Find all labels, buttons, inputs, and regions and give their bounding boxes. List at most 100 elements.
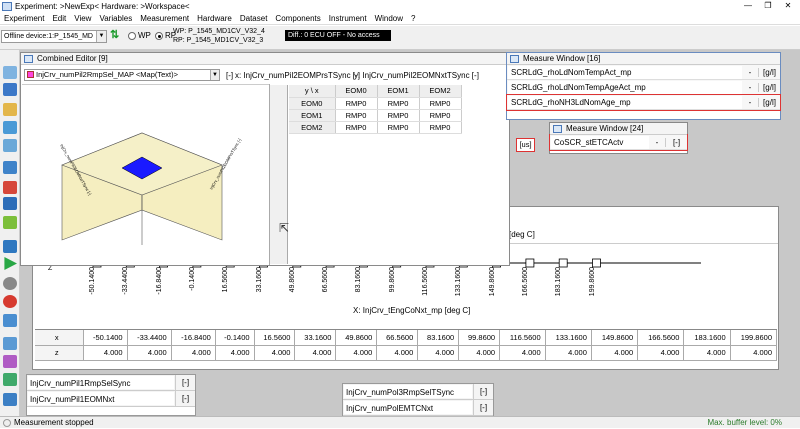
menu-item-8[interactable]: Instrument <box>325 14 371 23</box>
map-cell[interactable]: RMP0 <box>377 121 420 134</box>
map-cell[interactable]: RMP0 <box>377 109 420 122</box>
menu-item-3[interactable]: Variables <box>95 14 136 23</box>
measure-icon[interactable] <box>3 314 17 327</box>
map-cell[interactable]: RMP0 <box>419 97 462 110</box>
layer-icon[interactable] <box>3 121 17 134</box>
z-value-cell[interactable]: 4.000 <box>254 345 296 361</box>
map-cell[interactable]: RMP0 <box>335 97 378 110</box>
flash-icon[interactable] <box>3 216 17 229</box>
z-value-cell[interactable]: 4.000 <box>335 345 378 361</box>
z-value-cell[interactable]: 4.000 <box>376 345 419 361</box>
splitter[interactable] <box>270 85 288 264</box>
x-tick-label: 66.5600 <box>322 267 330 293</box>
menu-item-10[interactable]: ? <box>407 14 419 23</box>
map-combo[interactable]: InjCrv_numPil2RmpSel_MAP <Map(Text)> ▼ <box>24 69 220 81</box>
close-button[interactable]: ✕ <box>778 0 798 12</box>
chip-icon[interactable] <box>3 161 17 174</box>
stop-square-icon[interactable] <box>3 240 17 253</box>
device-combo-value: Offline device:1:P_1545_MD <box>4 33 93 40</box>
z-value-cell[interactable]: 4.000 <box>294 345 337 361</box>
measure-value: - <box>655 137 659 147</box>
measure-value: - <box>748 82 752 92</box>
x-value-cell[interactable]: 66.5600 <box>376 330 419 346</box>
variable-row[interactable]: InjCrv_numPil1EOMNxt [-] <box>27 391 195 407</box>
x-value-cell[interactable]: -50.1400 <box>83 330 128 346</box>
map-cell[interactable]: RMP0 <box>335 109 378 122</box>
measure16-titlebar: Measure Window [16] <box>507 53 780 65</box>
wp-radio[interactable]: WP <box>128 31 151 40</box>
menu-item-4[interactable]: Measurement <box>136 14 193 23</box>
variable-row[interactable]: InjCrv_numPolEMTCNxt [-] <box>343 400 493 416</box>
x-value-cell[interactable]: 33.1600 <box>294 330 337 346</box>
folder-icon[interactable] <box>3 103 17 116</box>
z-value-cell[interactable]: 4.000 <box>458 345 501 361</box>
stack-icon[interactable] <box>3 139 17 152</box>
save-icon[interactable] <box>3 83 17 96</box>
x-value-cell[interactable]: 116.5600 <box>499 330 546 346</box>
z-value-cell[interactable]: 4.000 <box>545 345 592 361</box>
calibrate-icon[interactable] <box>3 337 17 350</box>
x-value-cell[interactable]: 166.5600 <box>637 330 685 346</box>
x-value-cell[interactable]: 99.8600 <box>458 330 501 346</box>
z-value-cell[interactable]: 4.000 <box>171 345 216 361</box>
recorder-icon[interactable] <box>3 373 17 386</box>
menu-item-9[interactable]: Window <box>371 14 407 23</box>
x-value-cell[interactable]: 199.8600 <box>730 330 777 346</box>
z-value-cell[interactable]: 4.000 <box>417 345 460 361</box>
z-value-cell[interactable]: 4.000 <box>83 345 128 361</box>
chevron-down-icon[interactable]: ▼ <box>210 70 219 80</box>
curve-point[interactable] <box>592 258 601 268</box>
map-cell[interactable]: RMP0 <box>419 109 462 122</box>
stop-icon[interactable] <box>3 295 17 308</box>
tool-icon[interactable] <box>3 355 17 368</box>
export-icon[interactable] <box>3 393 17 406</box>
curve-point[interactable] <box>558 258 568 268</box>
variable-row[interactable]: InjCrv_numPil1RmpSelSync [-] <box>27 375 195 391</box>
map-3d-plot[interactable]: InjCrv_numPil2EOMNxtTSync [-] InjCrv_num… <box>22 84 269 264</box>
chevron-down-icon[interactable]: ▼ <box>96 31 106 42</box>
z-value-cell[interactable]: 4.000 <box>215 345 255 361</box>
x-value-cell[interactable]: 149.8600 <box>591 330 639 346</box>
map-cell[interactable]: RMP0 <box>419 121 462 134</box>
x-value-cell[interactable]: 16.5600 <box>254 330 296 346</box>
play-icon[interactable] <box>4 257 17 270</box>
map-cell[interactable]: RMP0 <box>377 97 420 110</box>
variable-name: InjCrv_numPil1RmpSelSync <box>28 376 174 389</box>
connect-icon[interactable] <box>3 197 17 210</box>
device-combo[interactable]: Offline device:1:P_1545_MD ▼ <box>1 30 107 43</box>
x-value-cell[interactable]: 83.1600 <box>417 330 460 346</box>
maximize-button[interactable]: ❐ <box>758 0 778 12</box>
menu-item-0[interactable]: Experiment <box>0 14 48 23</box>
x-value-cell[interactable]: 183.1600 <box>683 330 731 346</box>
z-value-cell[interactable]: 4.000 <box>499 345 546 361</box>
measure-row[interactable]: SCRLdG_rhoNH3LdNomAge_mp - [g/l] <box>506 94 781 111</box>
minimize-button[interactable]: — <box>738 0 758 12</box>
record-icon[interactable] <box>3 181 17 194</box>
variable-row[interactable]: InjCrv_numPol3RmpSelTSync [-] <box>343 384 493 400</box>
x-value-cell[interactable]: -0.1400 <box>215 330 255 346</box>
open-icon[interactable] <box>3 66 17 79</box>
map-table[interactable]: y \ x EOM0 EOM1 EOM2 EOM0 RMP0 RMP0 RMP0 EOM1 R… <box>289 85 509 264</box>
z-value-cell[interactable]: 4.000 <box>637 345 685 361</box>
z-value-cell[interactable]: 4.000 <box>683 345 731 361</box>
sync-icon[interactable]: ⇅ <box>110 29 122 42</box>
measure-row[interactable]: SCRLdG_rhoLdNomTempAct_mp - [g/l] <box>507 65 780 80</box>
menu-item-6[interactable]: Dataset <box>236 14 272 23</box>
x-value-cell[interactable]: 49.8600 <box>335 330 378 346</box>
menu-item-5[interactable]: Hardware <box>193 14 236 23</box>
pause-icon[interactable] <box>3 277 17 290</box>
x-value-cell[interactable]: -16.8400 <box>171 330 216 346</box>
z-value-cell[interactable]: 4.000 <box>591 345 639 361</box>
menu-item-1[interactable]: Edit <box>48 14 70 23</box>
x-value-cell[interactable]: 133.1600 <box>545 330 592 346</box>
z-value-cell[interactable]: 4.000 <box>127 345 172 361</box>
map-cell[interactable]: RMP0 <box>335 121 378 134</box>
menu-item-7[interactable]: Components <box>271 14 324 23</box>
menu-item-2[interactable]: View <box>70 14 95 23</box>
x-value-cell[interactable]: -33.4400 <box>127 330 172 346</box>
variable-unit: [-] <box>473 400 493 415</box>
curve-point[interactable] <box>525 258 535 268</box>
measure-row[interactable]: CoSCR_stETCActv - [-] <box>549 134 688 151</box>
z-value-cell[interactable]: 4.000 <box>730 345 777 361</box>
measure-row[interactable]: SCRLdG_rhoLdNomTempAgeAct_mp - [g/l] <box>507 80 780 95</box>
